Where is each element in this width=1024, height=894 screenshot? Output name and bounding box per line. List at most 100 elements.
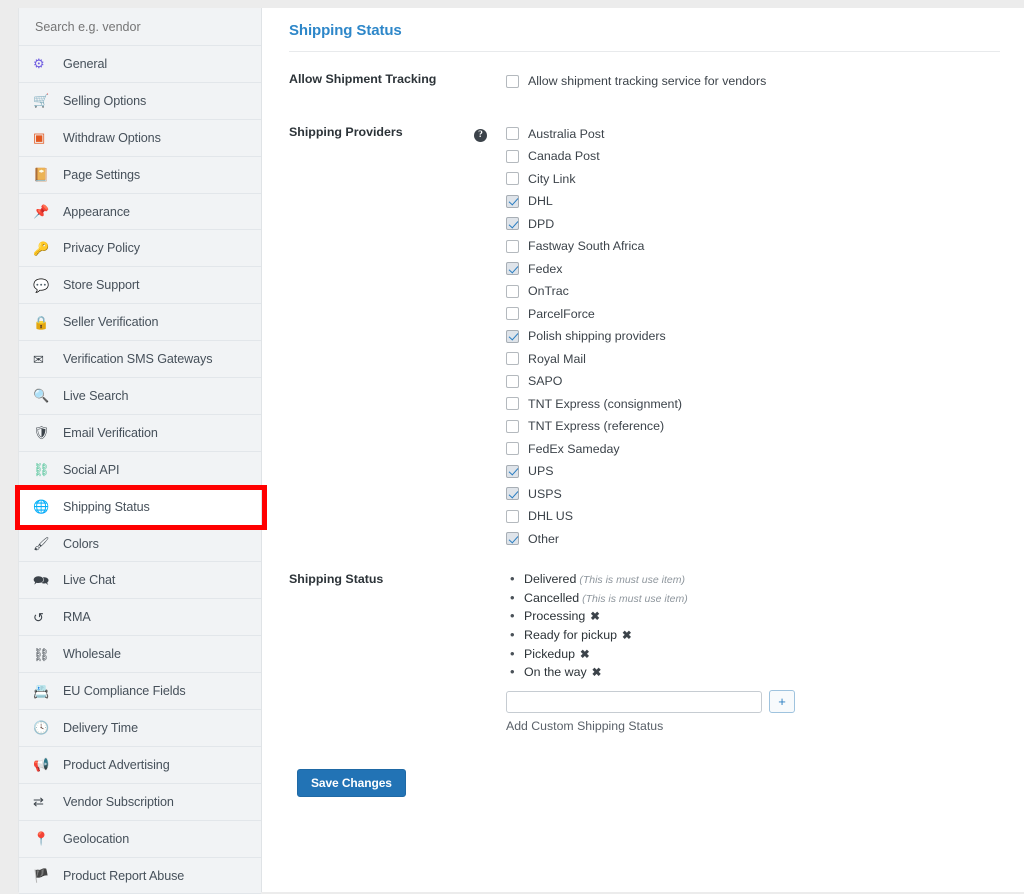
sidebar-item-withdraw-options[interactable]: ▣ Withdraw Options [19, 119, 261, 157]
help-icon[interactable]: ? [474, 128, 487, 142]
sidebar-item-verification-sms-gateways[interactable]: ✉ Verification SMS Gateways [19, 341, 261, 379]
sidebar-item-label: RMA [63, 610, 91, 625]
chat-dual-icon: 🗪 [33, 572, 50, 588]
key-icon: 🔑 [33, 240, 50, 256]
remove-status-icon[interactable]: ✖ [580, 649, 590, 661]
provider-checkbox[interactable] [506, 464, 519, 478]
provider-row[interactable]: DHL [506, 190, 1000, 213]
provider-checkbox[interactable] [506, 397, 519, 411]
provider-row[interactable]: FedEx Sameday [506, 438, 1000, 461]
provider-checkbox[interactable] [506, 239, 519, 253]
provider-label: SAPO [528, 374, 563, 389]
cart-icon: 🛒 [33, 93, 50, 109]
remove-status-icon[interactable]: ✖ [590, 611, 600, 623]
provider-label: City Link [528, 171, 576, 186]
sidebar-item-product-advertising[interactable]: 📢 Product Advertising [19, 746, 261, 784]
provider-checkbox[interactable] [506, 532, 519, 546]
allow-tracking-checkbox-row[interactable]: Allow shipment tracking service for vend… [506, 70, 1000, 93]
save-changes-button[interactable]: Save Changes [297, 769, 406, 798]
shipping-status-item-label: Cancelled [524, 590, 580, 605]
provider-checkbox[interactable] [506, 262, 519, 276]
sidebar-item-vendor-subscription[interactable]: ⇄ Vendor Subscription [19, 783, 261, 821]
sidebar-item-page-settings[interactable]: 📔 Page Settings [19, 156, 261, 194]
recurring-icon: ⇄ [33, 794, 44, 810]
provider-checkbox[interactable] [506, 329, 519, 343]
provider-checkbox[interactable] [506, 374, 519, 388]
provider-label: DHL US [528, 509, 573, 524]
add-status-caption: Add Custom Shipping Status [506, 719, 664, 734]
provider-checkbox[interactable] [506, 307, 519, 321]
provider-row[interactable]: Polish shipping providers [506, 325, 1000, 348]
provider-row[interactable]: Australia Post [506, 123, 1000, 146]
provider-label: TNT Express (reference) [528, 419, 665, 434]
provider-checkbox[interactable] [506, 509, 519, 523]
sidebar-item-label: Page Settings [63, 167, 141, 182]
provider-checkbox[interactable] [506, 217, 519, 231]
provider-row[interactable]: USPS [506, 483, 1000, 506]
provider-row[interactable]: Canada Post [506, 145, 1000, 168]
shipping-status-item: Delivered(This is must use item) [508, 570, 1000, 589]
sidebar-item-general[interactable]: ⚙ General [19, 46, 261, 83]
provider-row[interactable]: OnTrac [506, 280, 1000, 303]
shipping-status-item-label: On the way [524, 665, 587, 680]
sidebar-item-rma[interactable]: ↺ RMA [19, 599, 261, 637]
search-input[interactable] [35, 19, 245, 34]
provider-checkbox[interactable] [506, 149, 519, 163]
add-status-button[interactable]: + [769, 690, 795, 714]
allow-tracking-checkbox[interactable] [506, 74, 519, 88]
gear-icon: ⚙ [33, 56, 45, 72]
remove-status-icon[interactable]: ✖ [622, 630, 632, 642]
sidebar-search[interactable] [19, 8, 261, 46]
provider-row[interactable]: DPD [506, 213, 1000, 236]
provider-row[interactable]: ParcelForce [506, 303, 1000, 326]
shipping-status-row: Shipping Status Delivered(This is must u… [289, 570, 1000, 733]
remove-status-icon[interactable]: ✖ [592, 667, 602, 679]
sidebar-item-seller-verification[interactable]: 🔒 Seller Verification [19, 304, 261, 342]
sidebar-item-geolocation[interactable]: 📍 Geolocation [19, 820, 261, 858]
provider-checkbox[interactable] [506, 419, 519, 433]
shipping-status-item: Processing ✖ [508, 607, 1000, 626]
provider-checkbox[interactable] [506, 194, 519, 208]
settings-sidebar: ⚙ General 🛒 Selling Options ▣ Withdraw Option… [15, 8, 267, 894]
sidebar-item-wholesale[interactable]: ⛓ Wholesale [19, 636, 261, 674]
sidebar-item-eu-compliance-fields[interactable]: 📇 EU Compliance Fields [19, 673, 261, 711]
sidebar-item-shipping-status[interactable]: 🌐 Shipping Status [19, 488, 261, 526]
provider-row[interactable]: TNT Express (consignment) [506, 393, 1000, 416]
sidebar-item-product-report-abuse[interactable]: 🏴 Product Report Abuse [19, 857, 261, 894]
provider-row[interactable]: TNT Express (reference) [506, 415, 1000, 438]
provider-checkbox[interactable] [506, 352, 519, 366]
provider-checkbox[interactable] [506, 127, 519, 141]
sidebar-item-email-verification[interactable]: 🛡 Email Verification [19, 414, 261, 452]
sidebar-item-store-support[interactable]: 💬 Store Support [19, 267, 261, 305]
provider-row[interactable]: Fedex [506, 258, 1000, 281]
sidebar-item-delivery-time[interactable]: 🕓 Delivery Time [19, 710, 261, 747]
sidebar-item-appearance[interactable]: 📌 Appearance [19, 193, 261, 231]
provider-checkbox[interactable] [506, 442, 519, 456]
provider-checkbox[interactable] [506, 284, 519, 298]
sidebar-item-privacy-policy[interactable]: 🔑 Privacy Policy [19, 230, 261, 268]
sidebar-item-selling-options[interactable]: 🛒 Selling Options [19, 82, 261, 120]
sidebar-item-social-api[interactable]: ⛓ Social API [19, 451, 261, 489]
allow-tracking-checkbox-label: Allow shipment tracking service for vend… [528, 74, 767, 89]
envelope-icon: ✉ [33, 351, 44, 367]
shipping-status-item-label: Processing [524, 609, 586, 624]
provider-row[interactable]: UPS [506, 460, 1000, 483]
provider-checkbox[interactable] [506, 172, 519, 186]
shipping-status-item: Ready for pickup ✖ [508, 626, 1000, 645]
provider-row[interactable]: City Link [506, 168, 1000, 191]
allow-shipment-tracking-label: Allow Shipment Tracking [289, 72, 437, 86]
provider-row[interactable]: Royal Mail [506, 348, 1000, 371]
sidebar-item-colors[interactable]: 🖌 Colors [19, 525, 261, 563]
provider-checkbox[interactable] [506, 487, 519, 501]
undo-arrow-icon: ↺ [33, 609, 44, 625]
add-status-input[interactable] [506, 690, 762, 713]
shipping-status-item-label: Delivered [524, 572, 577, 586]
sidebar-item-live-chat[interactable]: 🗪 Live Chat [19, 562, 261, 600]
provider-row[interactable]: Fastway South Africa [506, 235, 1000, 258]
allow-tracking-body: Allow shipment tracking service for vend… [506, 70, 1000, 93]
provider-row[interactable]: Other [506, 528, 1000, 551]
provider-row[interactable]: SAPO [506, 370, 1000, 393]
provider-label: Polish shipping providers [528, 329, 666, 344]
sidebar-item-live-search[interactable]: 🔍 Live Search [19, 378, 261, 415]
provider-row[interactable]: DHL US [506, 505, 1000, 528]
